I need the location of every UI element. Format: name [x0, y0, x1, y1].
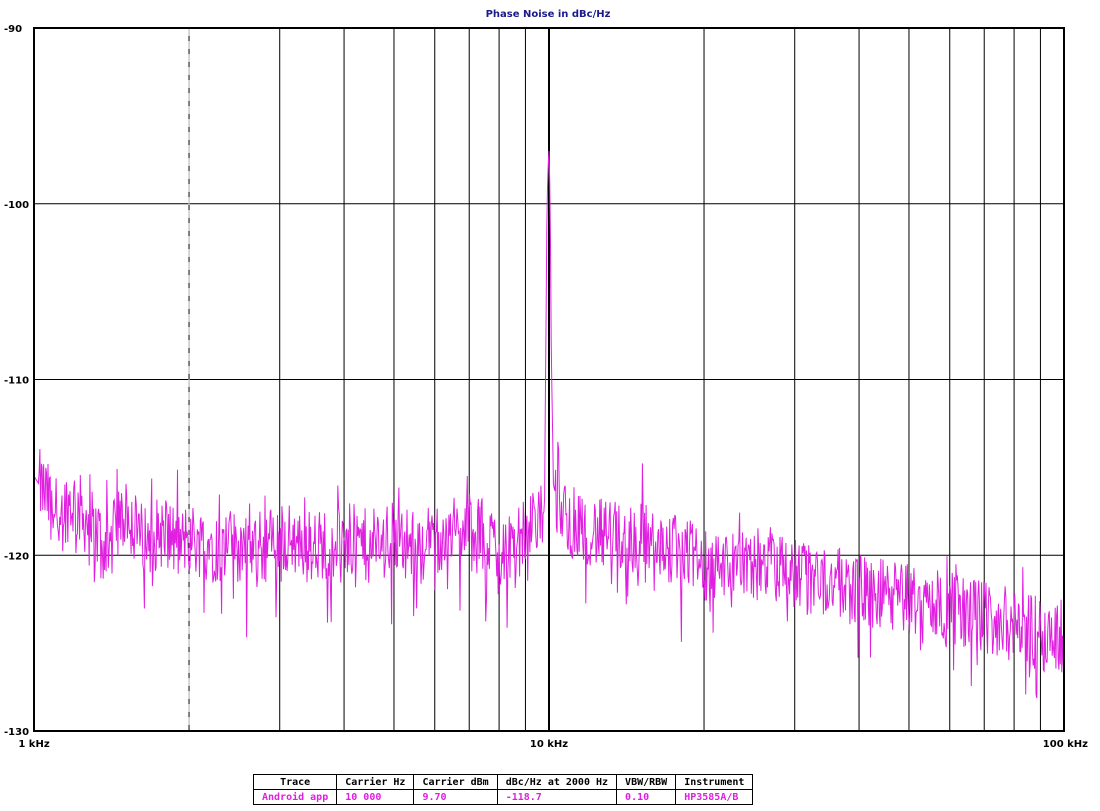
y-axis-ticks: -90 -100 -110 -120 -130	[4, 24, 29, 738]
x-tick-label: 10 kHz	[530, 739, 568, 750]
table-cell-carrier-hz: 10 000	[336, 789, 415, 805]
table-header-trace: Trace	[252, 774, 338, 790]
table-row: Android app 10 000 9.70 -118.7 0.10 HP35…	[252, 789, 754, 805]
table-header-row: Trace Carrier Hz Carrier dBm dBc/Hz at 2…	[252, 774, 754, 790]
y-tick-label: -100	[4, 200, 29, 211]
y-tick-label: -120	[4, 551, 29, 562]
table-cell-carrier-dbm: 9.70	[413, 789, 498, 805]
table-header-carrier-hz: Carrier Hz	[336, 774, 415, 790]
table-cell-instrument: HP3585A/B	[675, 789, 754, 805]
y-tick-label: -90	[4, 24, 22, 35]
table-cell-trace: Android app	[252, 789, 338, 805]
x-axis-ticks: 1 kHz 10 kHz 100 kHz	[18, 739, 1088, 750]
trace-info-table: Trace Carrier Hz Carrier dBm dBc/Hz at 2…	[252, 774, 754, 805]
table-cell-dbc-hz: -118.7	[496, 789, 618, 805]
table-header-carrier-dbm: Carrier dBm	[413, 774, 498, 790]
y-tick-label: -130	[4, 727, 29, 738]
chart-title: Phase Noise in dBc/Hz	[486, 9, 611, 20]
x-tick-label: 100 kHz	[1043, 739, 1088, 750]
table-header-dbc-hz: dBc/Hz at 2000 Hz	[496, 774, 618, 790]
table-cell-vbw-rbw: 0.10	[616, 789, 677, 805]
table-header-instrument: Instrument	[675, 774, 754, 790]
table-header-vbw-rbw: VBW/RBW	[616, 774, 677, 790]
phase-noise-chart: Phase Noise in dBc/Hz -90 -100 -110 -120 -13…	[4, 9, 1088, 750]
x-tick-label: 1 kHz	[18, 739, 49, 750]
y-tick-label: -110	[4, 376, 29, 387]
